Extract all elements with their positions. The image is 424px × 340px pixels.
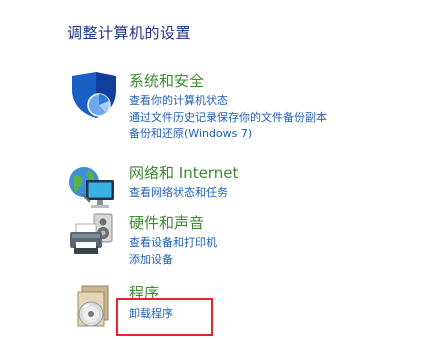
link-file-history-backup[interactable]: 通过文件历史记录保存你的文件备份副本 — [129, 110, 327, 127]
category-links: 查看你的计算机状态 通过文件历史记录保存你的文件备份副本 备份和还原(Windo… — [129, 93, 327, 143]
category-system-security: 系统和安全 查看你的计算机状态 通过文件历史记录保存你的文件备份副本 备份和还原… — [66, 70, 406, 150]
category-links: 查看设备和打印机 添加设备 — [129, 235, 217, 268]
link-backup-restore[interactable]: 备份和还原(Windows 7) — [129, 126, 327, 143]
link-view-network-status[interactable]: 查看网络状态和任务 — [129, 185, 228, 202]
category-title[interactable]: 系统和安全 — [129, 70, 204, 91]
programs-disc-icon[interactable] — [66, 282, 120, 336]
category-title[interactable]: 硬件和声音 — [129, 212, 204, 233]
shield-icon[interactable] — [66, 70, 120, 124]
link-view-computer-status[interactable]: 查看你的计算机状态 — [129, 93, 327, 110]
printer-speaker-icon[interactable] — [66, 212, 120, 266]
category-links: 查看网络状态和任务 — [129, 185, 228, 202]
page-title: 调整计算机的设置 — [67, 24, 192, 42]
highlight-box — [116, 298, 213, 336]
network-globe-icon[interactable] — [66, 162, 120, 216]
link-add-device[interactable]: 添加设备 — [129, 252, 217, 269]
category-network-internet: 网络和 Internet 查看网络状态和任务 — [66, 162, 406, 208]
category-title[interactable]: 网络和 Internet — [129, 162, 238, 183]
category-hardware-sound: 硬件和声音 查看设备和打印机 添加设备 — [66, 212, 406, 272]
link-view-devices-printers[interactable]: 查看设备和打印机 — [129, 235, 217, 252]
